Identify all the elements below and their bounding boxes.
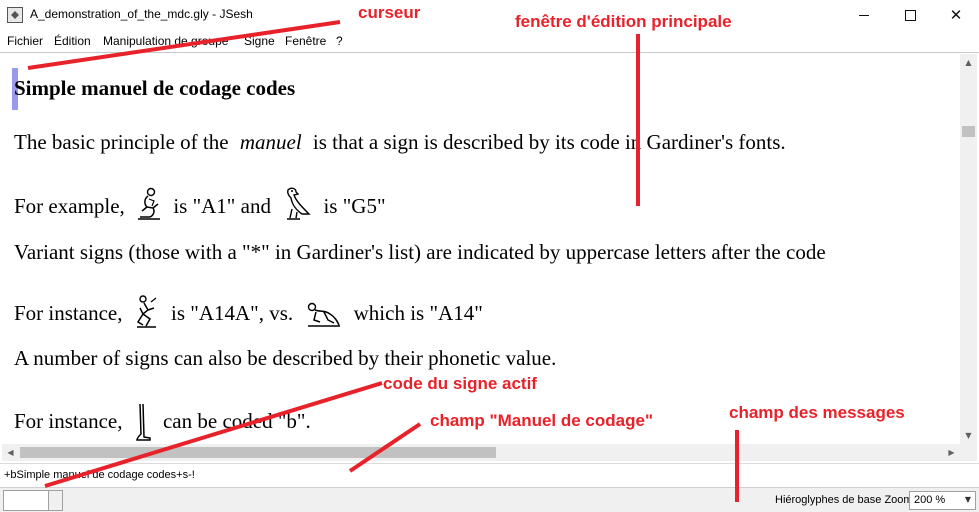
window-title: A_demonstration_of_the_mdc.gly - JSesh <box>30 7 253 21</box>
app-icon[interactable] <box>7 7 23 23</box>
text-run: is "A1" and <box>173 194 271 218</box>
menu-edition[interactable]: Édition <box>54 34 91 48</box>
hieroglyph-a14a-icon[interactable] <box>134 294 160 328</box>
maximize-icon[interactable] <box>887 0 933 30</box>
document-heading: Simple manuel de codage codes <box>14 76 296 100</box>
close-icon[interactable] <box>933 0 979 30</box>
annotation-label-champ-mdc: champ "Manuel de codage" <box>430 411 654 430</box>
menu-signe[interactable]: Signe <box>244 34 275 48</box>
scroll-down-icon[interactable]: ▼ <box>960 427 977 444</box>
annotation-label-champ-messages: champ des messages <box>729 403 905 422</box>
menu-fichier[interactable]: Fichier <box>7 34 43 48</box>
hieroglyph-g5-icon[interactable] <box>282 185 312 221</box>
menu-fenetre[interactable]: Fenêtre <box>285 34 326 48</box>
menu-help[interactable]: ? <box>336 34 343 48</box>
text-run: The basic principle of the <box>14 130 229 154</box>
annotation-label-code-signe: code du signe actif <box>383 374 537 393</box>
horizontal-scroll-thumb[interactable] <box>20 447 496 458</box>
editor-line: For instance, can be coded "b". <box>14 402 311 442</box>
zoom-value[interactable]: 200 % <box>914 494 945 506</box>
zoom-select[interactable]: 200 % ▼ <box>909 491 976 510</box>
scroll-left-icon[interactable]: ◀ <box>2 444 19 461</box>
mdc-field[interactable]: +bSimple manuel de codage codes+s-! <box>0 463 979 487</box>
text-run: which is "A14" <box>353 301 483 325</box>
text-run: is "A14A", vs. <box>170 301 294 325</box>
hieroglyph-a14-icon[interactable] <box>304 298 342 328</box>
active-sign-code-field[interactable] <box>3 490 49 511</box>
scroll-right-icon[interactable]: ▶ <box>943 444 960 461</box>
scroll-up-icon[interactable]: ▲ <box>960 54 977 71</box>
text-run: is that a sign is described by its code … <box>312 130 786 154</box>
scroll-corner <box>960 444 977 461</box>
editor-line: For example, is "A1" and is "G5" <box>14 185 386 221</box>
editor-line: Variant signs (those with a "*" in Gardi… <box>14 240 826 264</box>
vertical-scrollbar[interactable]: ▲ ▼ <box>960 54 977 444</box>
menu-manipulation-de-groupe[interactable]: Manipulation de groupe <box>103 34 228 48</box>
active-sign-code-button[interactable] <box>49 490 63 511</box>
hieroglyph-b-icon[interactable] <box>134 402 152 442</box>
chevron-down-icon[interactable]: ▼ <box>965 495 971 504</box>
vertical-scroll-thumb[interactable] <box>962 126 975 137</box>
minimize-icon[interactable] <box>841 0 887 30</box>
horizontal-scrollbar[interactable]: ◀ ▶ <box>2 444 960 461</box>
mdc-field-value[interactable]: +bSimple manuel de codage codes+s-! <box>4 469 195 481</box>
hieroglyph-a1-icon[interactable] <box>136 187 162 221</box>
text-run: can be coded "b". <box>162 409 311 433</box>
status-bar: Hiéroglyphes de base Zoom 200 % ▼ <box>0 487 979 512</box>
editor-line: A number of signs can also be described … <box>14 346 557 370</box>
menu-divider <box>0 52 979 53</box>
text-run-italic: manuel <box>239 130 302 154</box>
annotation-label-fenetre: fenêtre d'édition principale <box>515 12 732 31</box>
text-run: is "G5" <box>323 194 386 218</box>
editor-line: The basic principle of the manuel is tha… <box>14 130 786 155</box>
message-field: Hiéroglyphes de base Zoom <box>775 494 913 506</box>
text-run: For instance, <box>14 301 123 325</box>
annotation-label-curseur: curseur <box>358 3 421 22</box>
menu-bar: Fichier Édition Manipulation de groupe S… <box>0 31 979 51</box>
text-run: For example, <box>14 194 125 218</box>
title-bar[interactable]: A_demonstration_of_the_mdc.gly - JSesh <box>0 0 979 30</box>
editor-line: For instance, is "A14A", vs. which is "A… <box>14 294 483 328</box>
text-run: For instance, <box>14 409 123 433</box>
